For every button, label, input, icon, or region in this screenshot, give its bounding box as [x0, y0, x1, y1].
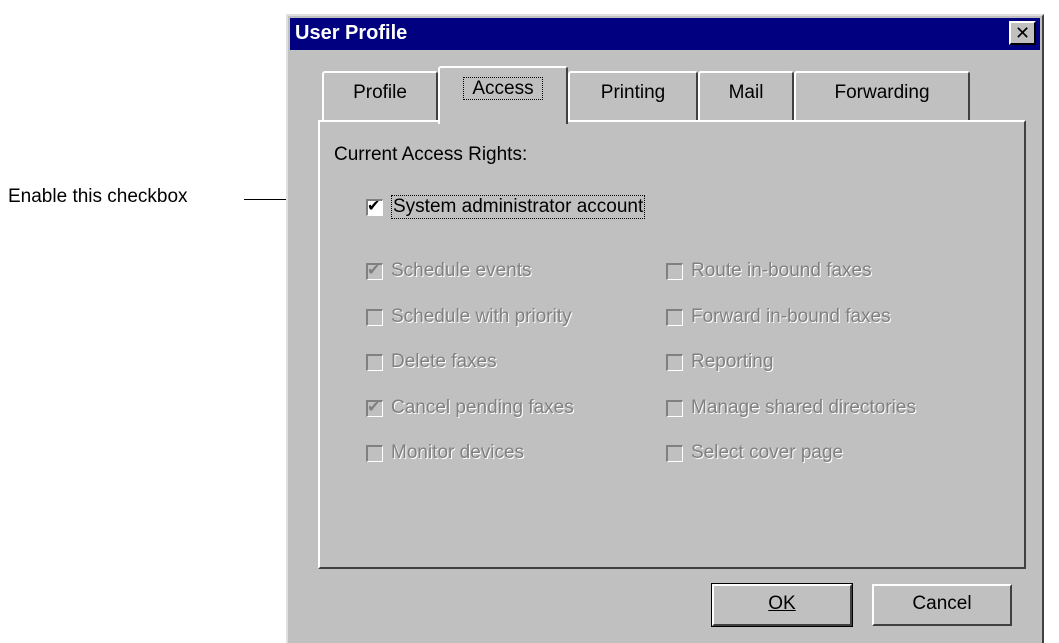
tab-label: Forwarding	[834, 82, 930, 103]
tab-label: Access	[463, 77, 543, 100]
tab-profile[interactable]: Profile	[322, 71, 438, 122]
section-label: Current Access Rights:	[334, 144, 528, 165]
checkbox-label: Delete faxes	[391, 351, 497, 372]
checkbox-box: ✔	[366, 195, 383, 216]
window-title: User Profile	[295, 22, 408, 44]
delete-faxes-checkbox[interactable]: Delete faxes	[366, 349, 497, 375]
title-bar: User Profile ✕	[290, 18, 1040, 50]
checkbox-label: Forward in-bound faxes	[691, 306, 891, 327]
access-panel: Current Access Rights: ✔ System administ…	[318, 120, 1026, 569]
checkbox-label: Route in-bound faxes	[691, 260, 872, 281]
checkbox-box	[666, 308, 683, 326]
tab-mail[interactable]: Mail	[698, 71, 794, 122]
checkbox-box	[666, 262, 683, 280]
checkbox-box	[666, 353, 683, 371]
ok-button[interactable]: OK	[711, 583, 853, 627]
tab-label: Mail	[728, 82, 764, 103]
checkbox-label: Monitor devices	[391, 442, 525, 463]
checkbox-box	[366, 444, 383, 462]
schedule-events-checkbox[interactable]: ✔ Schedule events	[366, 258, 532, 284]
annotation-label: Enable this checkbox	[8, 186, 188, 207]
monitor-devices-checkbox[interactable]: Monitor devices	[366, 440, 524, 466]
forward-in-bound-faxes-checkbox[interactable]: Forward in-bound faxes	[666, 304, 891, 330]
checkbox-box	[366, 308, 383, 326]
user-profile-dialog: User Profile ✕ Profile Access Printing M…	[286, 14, 1044, 643]
checkbox-label: Manage shared directories	[691, 397, 916, 418]
cancel-button-label: Cancel	[912, 593, 972, 614]
reporting-checkbox[interactable]: Reporting	[666, 349, 773, 375]
checkbox-label: Reporting	[691, 351, 774, 372]
checkbox-label: Schedule with priority	[391, 306, 572, 327]
route-in-bound-faxes-checkbox[interactable]: Route in-bound faxes	[666, 258, 872, 284]
manage-shared-directories-checkbox[interactable]: Manage shared directories	[666, 395, 916, 421]
checkbox-box	[666, 399, 683, 417]
tab-label: Profile	[353, 82, 407, 103]
checkbox-box	[666, 444, 683, 462]
check-mark-icon: ✔	[367, 195, 381, 215]
select-cover-page-checkbox[interactable]: Select cover page	[666, 440, 843, 466]
checkbox-label: Schedule events	[391, 260, 532, 281]
close-button[interactable]: ✕	[1009, 21, 1036, 45]
checkbox-label: System administrator account	[391, 195, 646, 219]
checkbox-label: Select cover page	[691, 442, 844, 463]
checkbox-box: ✔	[366, 259, 383, 280]
tab-printing[interactable]: Printing	[568, 71, 698, 122]
checkbox-box	[366, 353, 383, 371]
close-icon: ✕	[1014, 23, 1031, 43]
schedule-with-priority-checkbox[interactable]: Schedule with priority	[366, 304, 572, 330]
check-mark-icon: ✔	[367, 396, 381, 416]
tab-access[interactable]: Access	[438, 66, 568, 124]
cancel-button[interactable]: Cancel	[872, 584, 1012, 626]
tab-forwarding[interactable]: Forwarding	[794, 71, 970, 122]
checkbox-box: ✔	[366, 396, 383, 417]
ok-button-label: OK	[768, 593, 796, 614]
tab-label: Printing	[600, 82, 666, 103]
checkbox-label: Cancel pending faxes	[391, 397, 574, 418]
system-admin-checkbox[interactable]: ✔ System administrator account	[366, 194, 646, 220]
check-mark-icon: ✔	[367, 259, 381, 279]
cancel-pending-faxes-checkbox[interactable]: ✔ Cancel pending faxes	[366, 395, 574, 421]
